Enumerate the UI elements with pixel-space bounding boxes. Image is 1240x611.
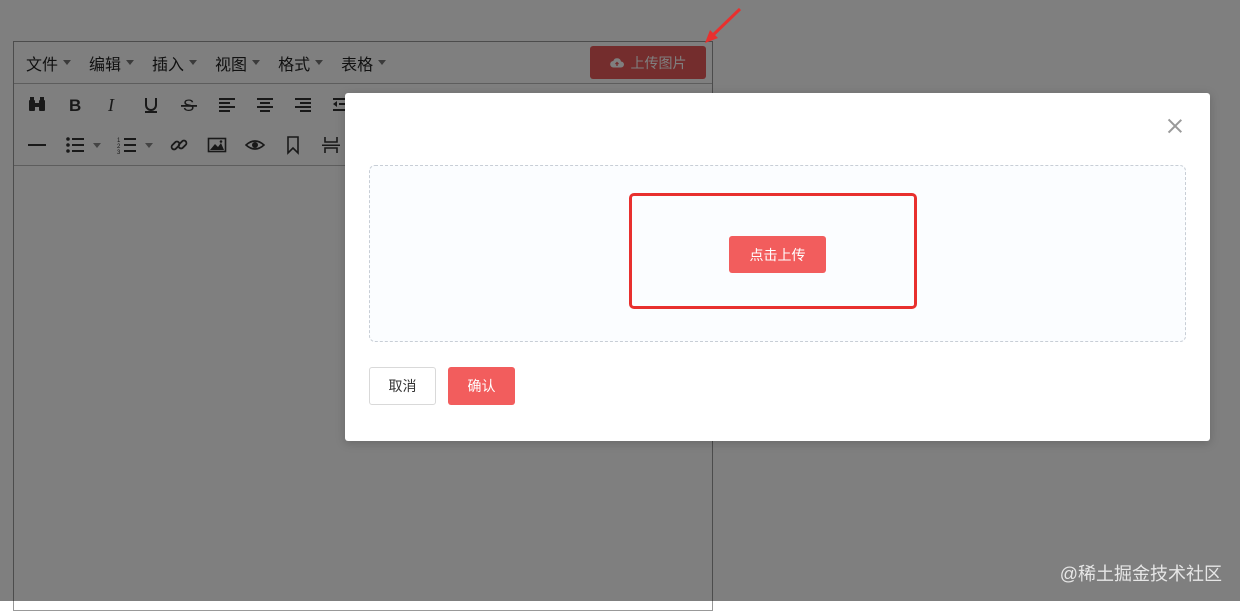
click-upload-button[interactable]: 点击上传 [729, 236, 826, 273]
upload-dialog: 点击上传 取消 确认 [345, 93, 1210, 441]
watermark: @稀土掘金技术社区 [1059, 564, 1222, 584]
confirm-button[interactable]: 确认 [448, 367, 515, 405]
cancel-button[interactable]: 取消 [369, 367, 436, 405]
annotation-arrow-icon [705, 7, 742, 43]
close-icon[interactable] [1166, 117, 1184, 135]
